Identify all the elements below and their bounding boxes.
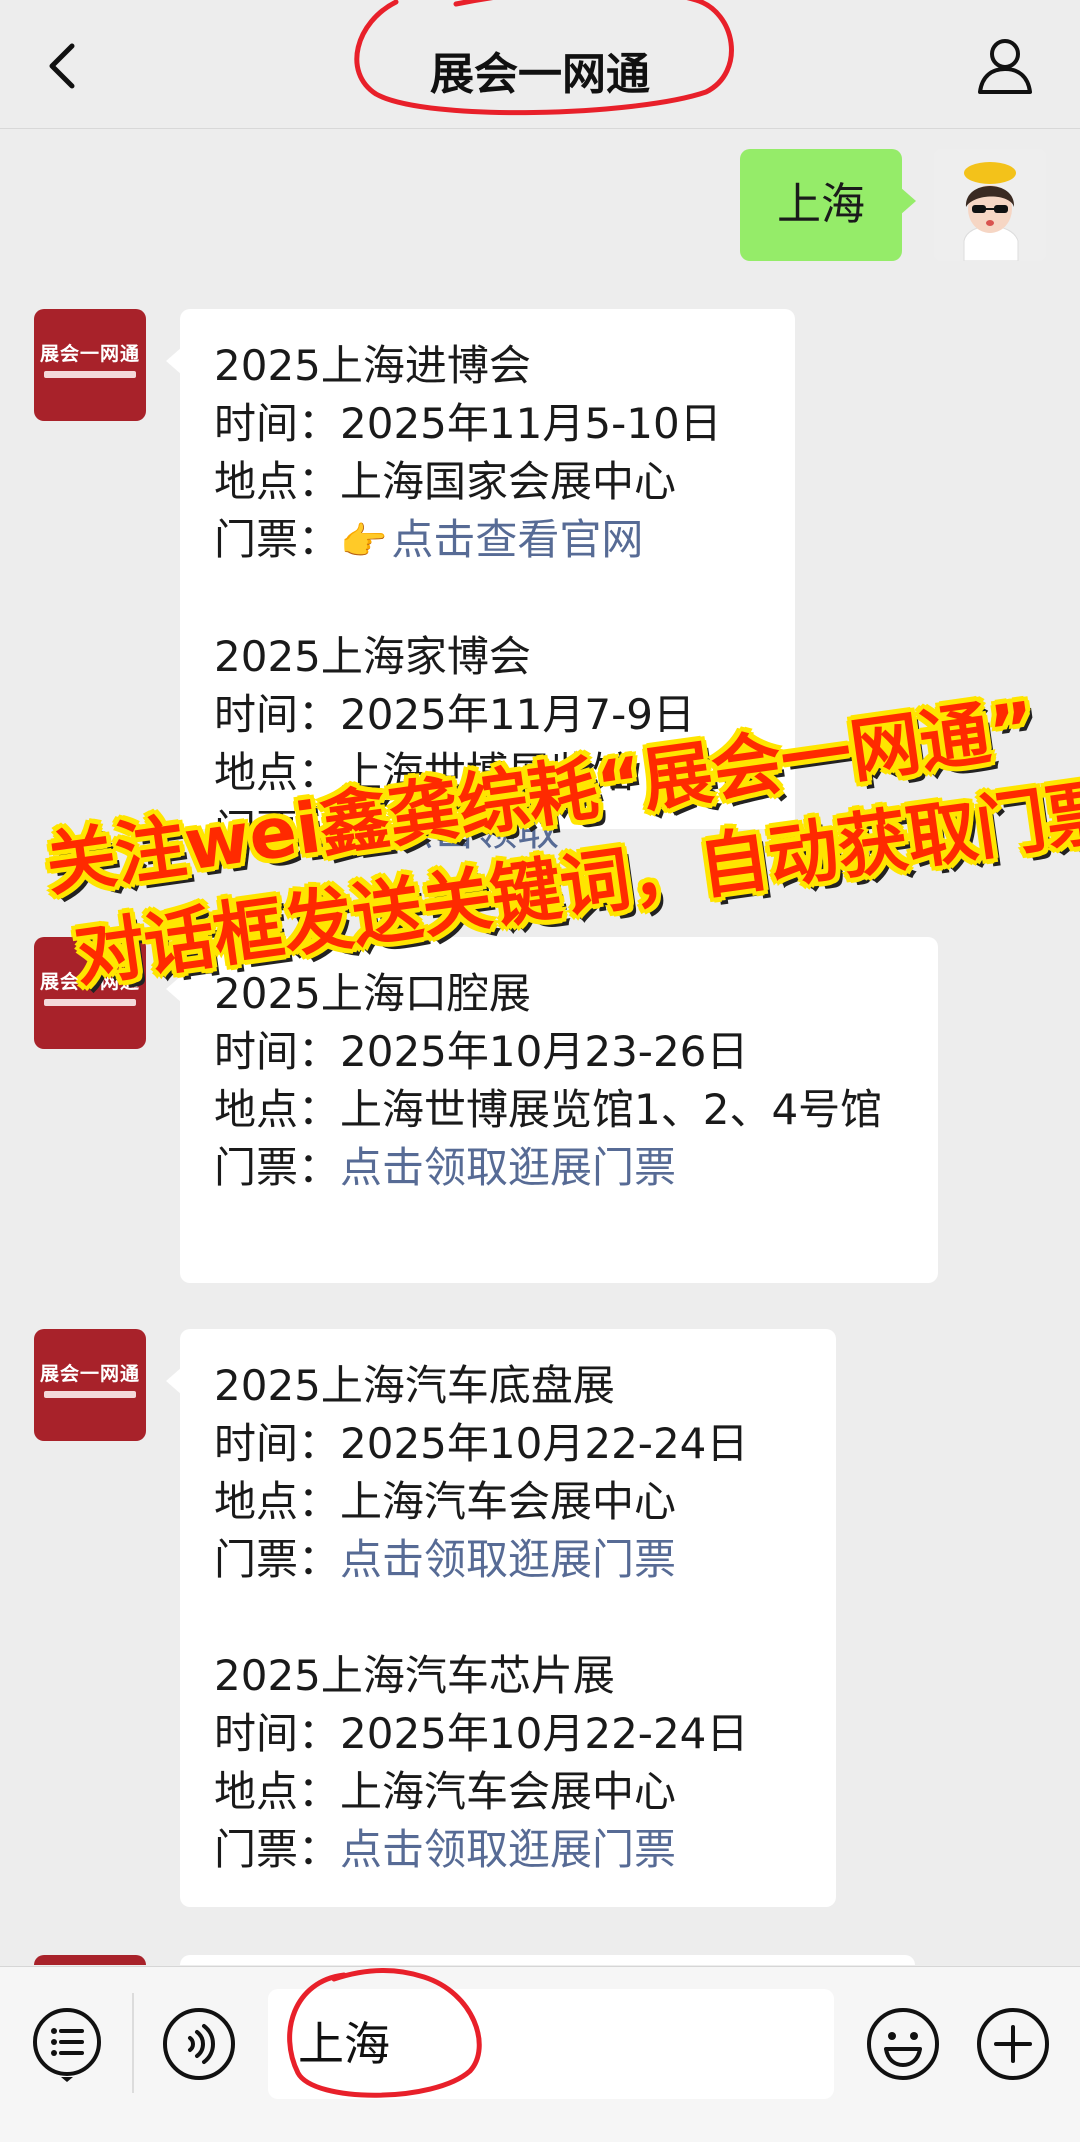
message-input[interactable]: 上海	[268, 1989, 834, 2099]
ticket-link[interactable]: 点击查看官网	[391, 515, 643, 564]
event-time: 2025年11月5-10日	[340, 399, 722, 448]
place-label: 地点：	[214, 1477, 341, 1526]
menu-list-icon[interactable]	[28, 2005, 106, 2083]
place-label: 地点：	[214, 1767, 341, 1816]
official-account-avatar[interactable]: 展会一网通	[34, 1329, 146, 1441]
chat-area[interactable]: 上海 展会一网通 2025上海进博会 时间：2025年11月5-10日 地点：上…	[0, 129, 1080, 1965]
voice-input-icon[interactable]	[160, 2005, 238, 2083]
place-label: 地点：	[214, 748, 341, 797]
official-account-avatar[interactable]	[34, 1955, 146, 1965]
message-bubble-4[interactable]	[180, 1955, 915, 1965]
ticket-link[interactable]: 点击领取逛展门票	[340, 1143, 676, 1192]
time-label: 时间：	[214, 1709, 341, 1758]
event-name: 2025上海汽车底盘展	[214, 1361, 615, 1410]
ticket-link[interactable]: 点击领取逛展门票	[340, 1825, 676, 1874]
event-time: 2025年10月23-26日	[340, 1027, 749, 1076]
official-account-avatar[interactable]: 展会一网通	[34, 309, 146, 421]
event-time: 2025年10月22-24日	[340, 1709, 749, 1758]
user-profile-icon[interactable]	[974, 34, 1036, 96]
time-label: 时间：	[214, 399, 341, 448]
place-label: 地点：	[214, 1085, 341, 1134]
event-place: 上海世博展览馆1、2、4号馆	[340, 1085, 883, 1134]
time-label: 时间：	[214, 1419, 341, 1468]
event-place: 上海汽车会展中心	[340, 1477, 677, 1526]
event-name: 2025上海口腔展	[214, 969, 531, 1018]
page-title: 展会一网通	[430, 49, 650, 100]
top-nav-bar: 展会一网通	[0, 0, 1080, 129]
event-name: 2025上海进博会	[214, 341, 531, 390]
pointing-hand-icon: 👉	[340, 519, 388, 563]
input-bar: 上海	[0, 1966, 1080, 2142]
pointing-hand-icon: 👉	[340, 810, 388, 854]
official-account-avatar[interactable]: 展会一网通	[34, 937, 146, 1049]
place-label: 地点：	[214, 457, 341, 506]
time-label: 时间：	[214, 1027, 341, 1076]
ticket-label: 门票：	[214, 515, 341, 564]
ticket-label: 门票：	[214, 1825, 341, 1874]
plus-more-icon[interactable]	[974, 2005, 1052, 2083]
ticket-link[interactable]: 点击领取逛展门票	[340, 1535, 676, 1584]
ticket-label: 门票：	[214, 806, 341, 855]
message-bubble-2[interactable]: 2025上海口腔展 时间：2025年10月23-26日 地点：上海世博展览馆1、…	[166, 937, 938, 1283]
message-bubble-3[interactable]: 2025上海汽车底盘展 时间：2025年10月22-24日 地点：上海汽车会展中…	[166, 1329, 836, 1907]
event-place: 上海国家会展中心	[340, 457, 677, 506]
event-name: 2025上海家博会	[214, 632, 531, 681]
ticket-label: 门票：	[214, 1143, 341, 1192]
event-time: 2025年11月7-9日	[340, 690, 695, 739]
time-label: 时间：	[214, 690, 341, 739]
event-time: 2025年10月22-24日	[340, 1419, 749, 1468]
my-message-bubble[interactable]: 上海	[740, 149, 916, 261]
emoji-icon[interactable]	[864, 2005, 942, 2083]
event-name: 2025上海汽车芯片展	[214, 1651, 615, 1700]
ticket-label: 门票：	[214, 1535, 341, 1584]
ticket-link[interactable]: 点击领取	[391, 806, 559, 855]
message-bubble-1[interactable]: 2025上海进博会 时间：2025年11月5-10日 地点：上海国家会展中心 门…	[166, 309, 795, 855]
my-avatar[interactable]	[934, 149, 1046, 261]
event-place: 上海世博展览馆	[340, 748, 635, 797]
event-place: 上海汽车会展中心	[340, 1767, 677, 1816]
